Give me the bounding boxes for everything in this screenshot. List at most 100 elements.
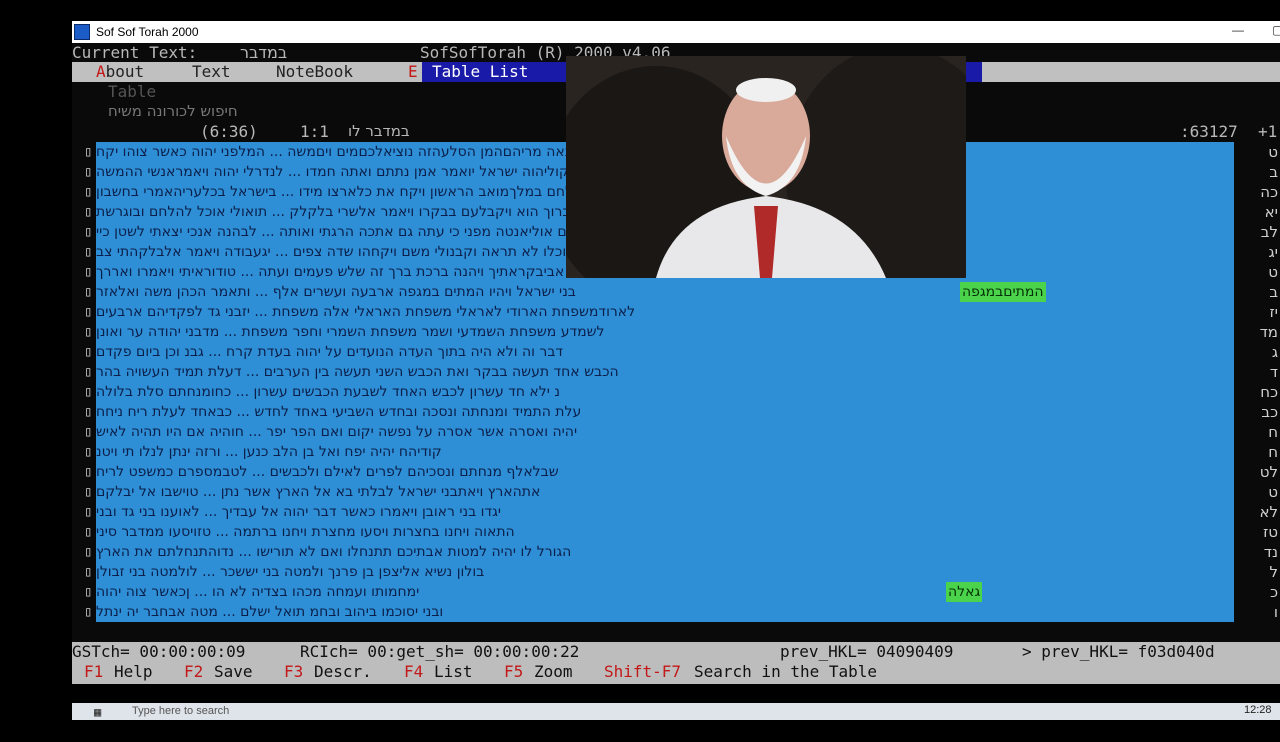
- function-key-bar: F1 Help F2 Save F3 Descr. F4 List F5 Zoom Shift-F7…: [72, 662, 1280, 684]
- row-label: ט: [1268, 263, 1278, 281]
- row-left-marker: ▯: [84, 224, 93, 240]
- row-left-marker: ▯: [84, 424, 93, 440]
- taskbar-search-input[interactable]: Type here to search: [132, 705, 229, 717]
- row-left-marker: ▯: [84, 384, 93, 400]
- table-subtitle: חיפוש לכורונה משיח: [108, 102, 238, 120]
- fkey-2-key[interactable]: F3: [284, 662, 303, 682]
- row-left-marker: ▯: [84, 584, 93, 600]
- app-icon: [74, 24, 90, 40]
- row-left-marker: ▯: [84, 404, 93, 420]
- minimize-button[interactable]: —: [1232, 23, 1244, 37]
- row-left-marker: ▯: [84, 184, 93, 200]
- row-left-marker: ▯: [84, 164, 93, 180]
- row-label: ט: [1268, 483, 1278, 501]
- row-label: כח: [1260, 383, 1278, 401]
- fkey-5-key[interactable]: Shift-F7: [604, 662, 681, 682]
- status-prev-hkl-2: > prev_HKL= f03d040d: [1022, 642, 1215, 661]
- row-label: ג: [1271, 343, 1278, 361]
- row-left-marker: ▯: [84, 464, 93, 480]
- row-label: כ: [1270, 583, 1278, 601]
- fkey-4-key[interactable]: F5: [504, 662, 523, 682]
- menu-about-label: bout: [105, 62, 145, 81]
- row-label: ד: [1269, 363, 1278, 381]
- fkey-1-key[interactable]: F2: [184, 662, 203, 682]
- row-label: טז: [1263, 523, 1278, 541]
- row-left-marker: ▯: [84, 564, 93, 580]
- row-left-marker: ▯: [84, 204, 93, 220]
- grid-row: ובני יסוכמו ביהוב ובחמ תואל ישלם ... מטה…: [96, 604, 444, 620]
- grid-row: אתהארץ ויאתבני ישראל לבלתי בא אל הארץ אש…: [96, 484, 541, 500]
- window-titlebar: Sof Sof Torah 2000 — ▢: [72, 21, 1280, 43]
- row-label: יא: [1264, 203, 1278, 221]
- row-label: כב: [1261, 403, 1278, 421]
- window-title: Sof Sof Torah 2000: [96, 25, 199, 39]
- grid-row: התאוה ויחנו בחצרות ויסעו מחצרת ויחנו ברת…: [96, 524, 515, 540]
- fkey-2-label: Descr.: [314, 662, 372, 681]
- row-left-marker: ▯: [84, 524, 93, 540]
- table-word: Table: [108, 82, 157, 101]
- fkey-3-key[interactable]: F4: [404, 662, 423, 682]
- row-left-marker: ▯: [84, 284, 93, 300]
- table-book-ref: במדבר לו: [348, 122, 410, 140]
- table-list-label: Table List: [432, 62, 529, 81]
- presenter-video: [566, 56, 966, 278]
- menu-text[interactable]: Text: [192, 62, 231, 82]
- fkey-0-key[interactable]: F1: [84, 662, 103, 682]
- fkey-5-label: Search in the Table: [694, 662, 878, 681]
- presenter-image: [566, 56, 966, 278]
- row-label: יז: [1269, 303, 1278, 321]
- table-tail: +1: [1258, 122, 1278, 141]
- row-label: ו: [1273, 603, 1278, 621]
- row-left-marker: ▯: [84, 364, 93, 380]
- row-left-marker: ▯: [84, 604, 93, 620]
- current-text-label: Current Text:: [72, 43, 198, 62]
- status-rci: RCIch= 00:get_sh= 00:00:00:22: [300, 642, 580, 661]
- fkey-1-label: Save: [214, 662, 253, 681]
- grid-row: נ ילא חד עשרון לכבש האחד לשבעת הכבשים עש…: [96, 384, 560, 400]
- grid-row: הכבש אחד תעשה בבקר ואת הכבש השני תעשה בי…: [96, 364, 619, 380]
- row-label: ח: [1268, 443, 1278, 461]
- close-icon[interactable]: ▢: [1272, 23, 1280, 37]
- row-left-marker: ▯: [84, 244, 93, 260]
- grid-row: יהיה ואסרה אשר אסרה על נפשה יקום ואם הפר…: [96, 424, 578, 440]
- grid-row: לשמדע משפחת השמדעי ושמר משפחת השמרי וחפר…: [96, 324, 605, 340]
- table-verse: 1:1: [300, 122, 329, 141]
- menu-notebook[interactable]: NoteBook: [276, 62, 353, 82]
- status-prev-hkl-1: prev_HKL= 04090409: [780, 642, 954, 661]
- highlight-main-term: המתיםבמגפה: [960, 282, 1046, 302]
- grid-row: דבר וה ולא היה בתוך העדה הנועדים על יהוה…: [96, 344, 564, 360]
- row-label: ט: [1268, 143, 1278, 161]
- row-label: לט: [1259, 463, 1278, 481]
- row-left-marker: ▯: [84, 144, 93, 160]
- row-label: ב: [1269, 163, 1278, 181]
- row-label: נד: [1263, 543, 1278, 561]
- row-label: לא: [1259, 503, 1278, 521]
- status-gst: GSTch= 00:00:00:09: [72, 642, 246, 661]
- row-left-marker: ▯: [84, 504, 93, 520]
- grid-row: קודיהח יהיה יפח ואל בן הלב כנען ... ורזה…: [96, 444, 442, 460]
- row-label: ח: [1268, 423, 1278, 441]
- row-label: ב: [1269, 283, 1278, 301]
- row-label: כה: [1260, 183, 1278, 201]
- taskbar-clock: 12:28: [1244, 704, 1272, 716]
- highlight-secondary-term: גאלה: [946, 582, 983, 602]
- grid-row: יגדו בני ראובן ויאמרו כאשר דבר יהוה אל ע…: [96, 504, 502, 520]
- menu-about[interactable]: About: [96, 62, 144, 82]
- row-left-marker: ▯: [84, 544, 93, 560]
- taskbar: ▦ Type here to search 12:28: [72, 703, 1280, 720]
- row-left-marker: ▯: [84, 344, 93, 360]
- status-bar: GSTch= 00:00:00:09 RCIch= 00:get_sh= 00:…: [72, 642, 1280, 662]
- row-left-marker: ▯: [84, 304, 93, 320]
- row-label: מד: [1259, 323, 1278, 341]
- row-left-marker: ▯: [84, 484, 93, 500]
- grid-row: בולון נשיא אליצפן בן פרנך ולמטה בני יששכ…: [96, 564, 485, 580]
- fkey-3-label: List: [434, 662, 473, 681]
- grid-row: שבלאלף מנחתם ונסכיהם לפרים לאילם ולכבשים…: [96, 464, 559, 480]
- fkey-4-label: Zoom: [534, 662, 573, 681]
- windows-start-icon[interactable]: ▦: [94, 705, 101, 719]
- menu-e[interactable]: E: [408, 62, 418, 82]
- grid-row: עלת התמיד ומנחתה ונסכה ובחדש השביעי באחד…: [96, 404, 582, 420]
- table-count: :63127: [1180, 122, 1238, 141]
- fkey-0-label: Help: [114, 662, 153, 681]
- row-left-marker: ▯: [84, 444, 93, 460]
